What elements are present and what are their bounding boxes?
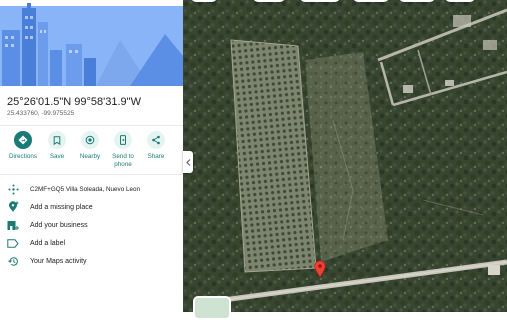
add-label-text: Add a label — [30, 239, 66, 247]
phone-icon — [114, 131, 132, 149]
add-place-icon — [7, 201, 19, 213]
directions-label: Directions — [9, 153, 37, 160]
chevron-left-icon — [185, 158, 190, 166]
nearby-button[interactable]: Nearby — [73, 131, 107, 161]
map-chip[interactable] — [353, 0, 389, 2]
business-icon — [7, 219, 19, 231]
add-business-text: Add your business — [30, 221, 88, 229]
city-illustration — [0, 0, 183, 86]
save-button[interactable]: Save — [40, 131, 74, 161]
coordinates-decimal[interactable]: 25.433760, -99.975525 — [7, 110, 74, 117]
satellite-imagery — [183, 0, 507, 312]
add-missing-place-text: Add a missing place — [30, 203, 93, 211]
directions-icon — [14, 131, 32, 149]
share-button[interactable]: Share — [139, 131, 173, 161]
label-icon — [7, 237, 19, 249]
map-chip[interactable] — [399, 0, 435, 2]
maps-activity-text: Your Maps activity — [30, 257, 87, 265]
place-panel: 25°26'01.5"N 99°58'31.9"W 25.433760, -99… — [0, 0, 183, 312]
coordinates-dms: 25°26'01.5"N 99°58'31.9"W — [7, 96, 141, 108]
share-label: Share — [147, 153, 165, 160]
action-bar: Directions Save Nearby Send to phone Sha… — [0, 131, 183, 173]
share-icon — [147, 131, 165, 149]
nearby-icon — [81, 131, 99, 149]
map-chip[interactable] — [253, 0, 285, 2]
plus-code-row[interactable]: C2MF+GQ5 Villa Soleada, Nuevo Leon — [0, 180, 183, 198]
bookmark-icon — [48, 131, 66, 149]
save-label: Save — [49, 153, 65, 160]
satellite-map[interactable] — [183, 0, 507, 312]
send-to-phone-label: Send to phone — [112, 153, 134, 168]
add-label-row[interactable]: Add a label — [0, 234, 183, 252]
map-chip[interactable] — [300, 0, 340, 2]
map-chip[interactable] — [191, 0, 217, 2]
map-chip[interactable] — [445, 0, 475, 2]
nearby-label: Nearby — [79, 153, 101, 160]
plus-code-icon — [7, 183, 19, 195]
divider — [0, 125, 183, 126]
add-missing-place-row[interactable]: Add a missing place — [0, 198, 183, 216]
divider — [0, 174, 183, 175]
street-view-thumbnail[interactable] — [0, 0, 183, 86]
collapse-panel-button[interactable] — [183, 151, 193, 173]
layers-button[interactable] — [193, 296, 231, 320]
maps-activity-row[interactable]: Your Maps activity — [0, 252, 183, 270]
add-business-row[interactable]: Add your business — [0, 216, 183, 234]
history-icon — [7, 255, 19, 267]
directions-button[interactable]: Directions — [6, 131, 40, 161]
plus-code-text: C2MF+GQ5 Villa Soleada, Nuevo Leon — [30, 185, 140, 193]
send-to-phone-button[interactable]: Send to phone — [106, 131, 140, 168]
location-marker-icon[interactable] — [314, 260, 326, 278]
